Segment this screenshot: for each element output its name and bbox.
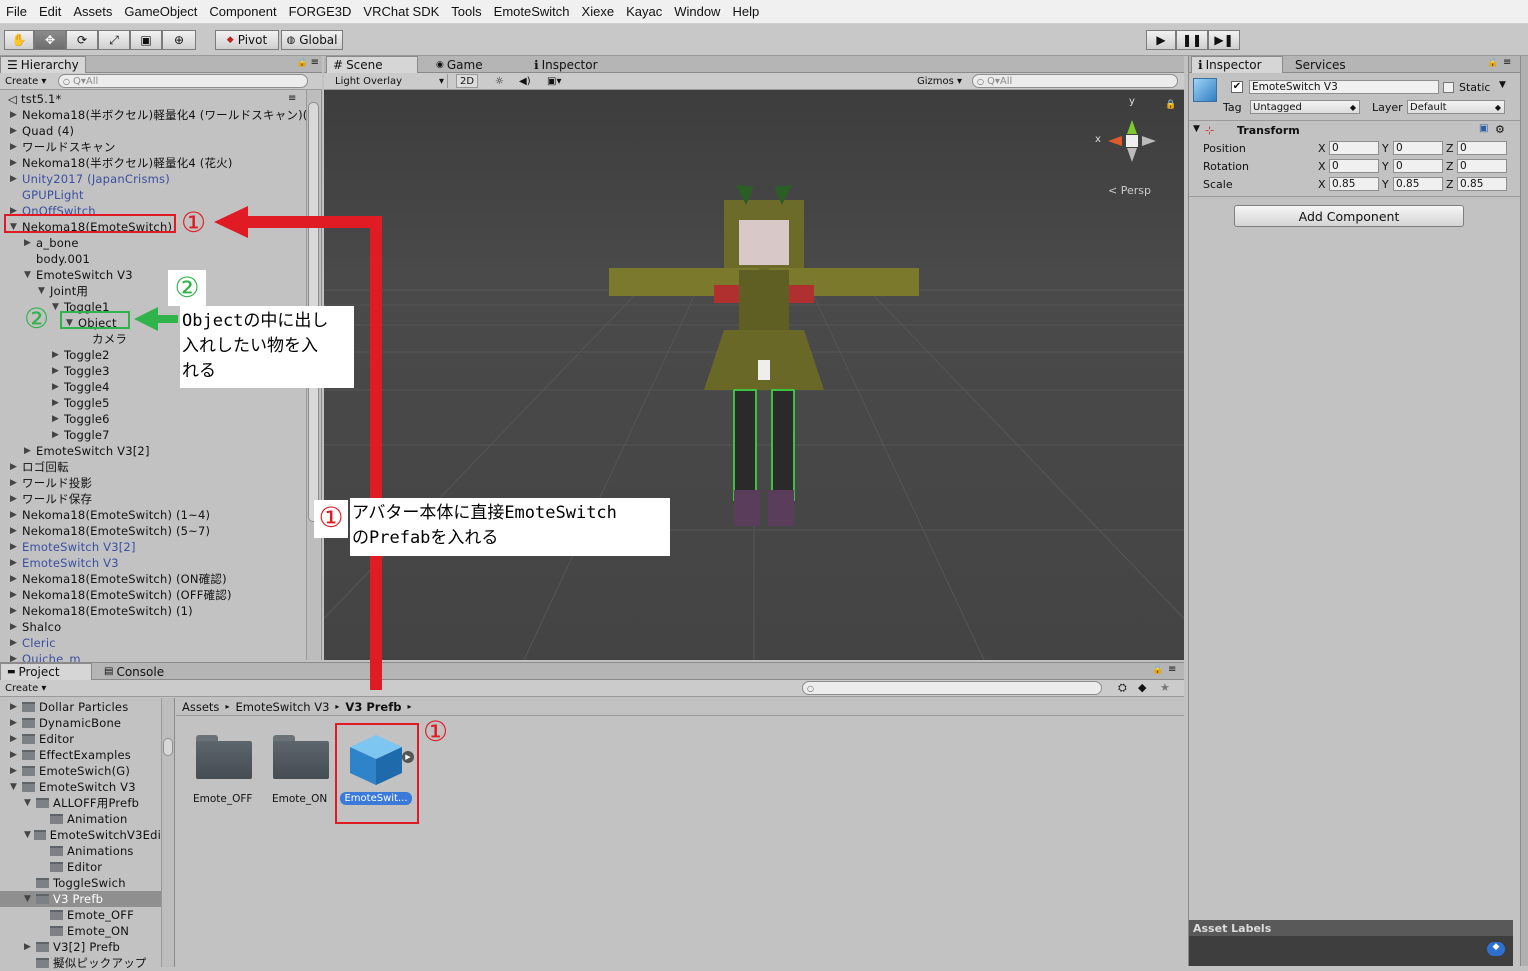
highlight-box-prefab bbox=[335, 723, 419, 824]
highlight-box-red bbox=[4, 214, 176, 233]
marker-2-hierarchy: ② bbox=[24, 302, 50, 335]
annotation-note-1: アバター本体に直接EmoteSwitch のPrefabを入れる bbox=[350, 498, 670, 556]
green-arrowhead bbox=[134, 307, 158, 331]
marker-1-hierarchy: ① bbox=[181, 206, 207, 239]
marker-1-project: ① bbox=[423, 715, 449, 748]
red-arrowhead bbox=[214, 206, 248, 238]
highlight-box-green bbox=[60, 311, 130, 329]
marker-2-note: ② bbox=[168, 270, 206, 306]
annotation-arrows bbox=[4, 206, 419, 824]
marker-1-note: ① bbox=[314, 500, 348, 538]
annotation-note-2: Objectの中に出し 入れしたい物を入 れる bbox=[180, 306, 354, 388]
red-arrow bbox=[244, 216, 382, 690]
